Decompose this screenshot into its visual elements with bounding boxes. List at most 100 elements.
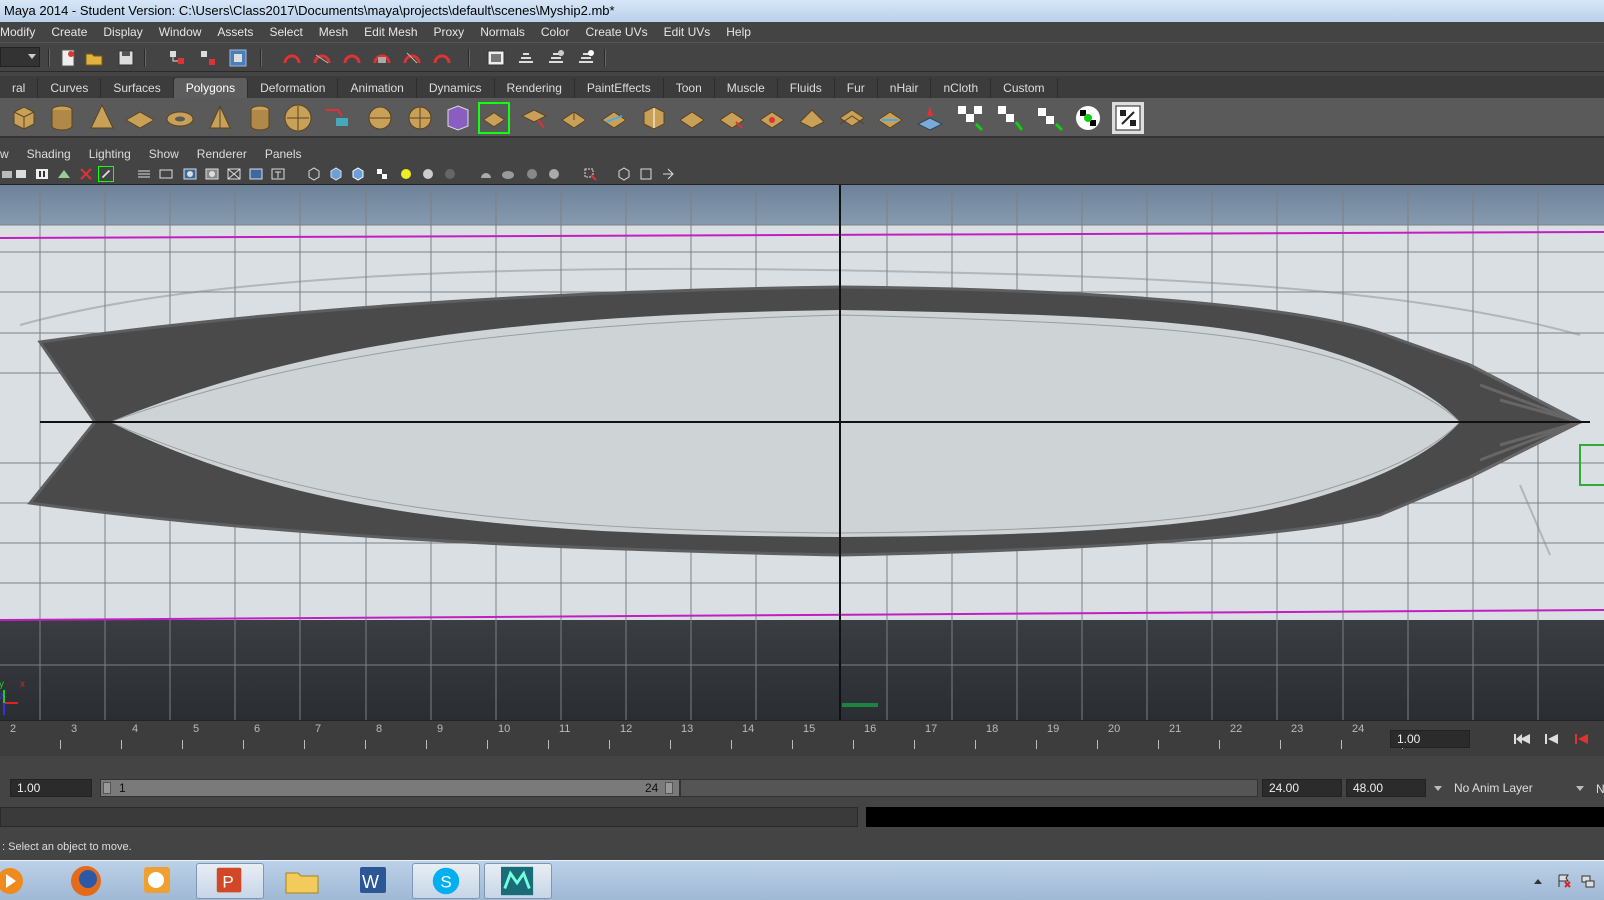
gate-mask-icon[interactable] — [204, 166, 220, 182]
step-back-frame-icon[interactable] — [1572, 732, 1592, 746]
tab-custom[interactable]: Custom — [991, 78, 1058, 98]
bevel-icon[interactable] — [716, 102, 748, 134]
sculpt-geometry-icon[interactable] — [914, 102, 946, 134]
media-player-icon[interactable] — [0, 863, 28, 899]
motion-blur-icon[interactable] — [478, 166, 494, 182]
extrude-icon[interactable] — [478, 102, 510, 134]
xray-components-icon[interactable] — [638, 166, 654, 182]
screen-space-ao-icon[interactable] — [442, 166, 458, 182]
snap-live-icon[interactable] — [402, 48, 422, 68]
go-to-start-icon[interactable] — [1512, 732, 1532, 746]
shadows-icon[interactable] — [420, 166, 436, 182]
playback-end-field[interactable]: 24.00 — [1262, 779, 1342, 797]
skype-icon[interactable]: S — [412, 863, 480, 899]
film-gate-icon[interactable] — [158, 166, 174, 182]
menu-mesh[interactable]: Mesh — [319, 25, 348, 39]
tab-curves[interactable]: Curves — [38, 78, 102, 98]
menu-shading[interactable]: Shading — [27, 147, 71, 161]
textured-icon[interactable] — [374, 166, 390, 182]
menu-normals[interactable]: Normals — [480, 25, 525, 39]
menu-help[interactable]: Help — [726, 25, 751, 39]
command-input[interactable] — [0, 807, 858, 827]
range-end-handle[interactable] — [665, 782, 673, 794]
multisample-aa-icon[interactable] — [500, 166, 516, 182]
scene-canvas[interactable] — [0, 185, 1604, 720]
menu-edit-mesh[interactable]: Edit Mesh — [364, 25, 417, 39]
tab-fluids[interactable]: Fluids — [778, 78, 835, 98]
menu-display[interactable]: Display — [103, 25, 142, 39]
tab-polygons[interactable]: Polygons — [173, 78, 249, 98]
poly-helix-icon[interactable] — [282, 102, 314, 134]
tab-muscle[interactable]: Muscle — [715, 78, 778, 98]
poly-cylinder-icon[interactable] — [46, 102, 78, 134]
poly-cone-icon[interactable] — [86, 102, 118, 134]
time-slider[interactable]: 2 3 4 5 6 7 8 9 10 11 12 13 14 15 16 17 18 19 20 21 22 23 24 1… — [0, 720, 1604, 756]
render-view-icon[interactable] — [486, 48, 506, 68]
resolution-gate-icon[interactable] — [182, 166, 198, 182]
playback-range-slider[interactable]: 1 24 — [100, 779, 680, 797]
time-slider-track[interactable]: 2 3 4 5 6 7 8 9 10 11 12 13 14 15 16 17 18 19 20 21 22 23 24 — [0, 721, 1403, 757]
xray-joints-icon[interactable] — [616, 166, 632, 182]
viewport-2-icon[interactable] — [660, 166, 676, 182]
tab-general[interactable]: ral — [0, 78, 39, 98]
menu-show[interactable]: Show — [149, 147, 179, 161]
uv-texture-editor-icon[interactable] — [1112, 102, 1144, 134]
word-icon[interactable]: W — [340, 863, 408, 899]
save-scene-icon[interactable] — [116, 48, 136, 68]
snap-point-icon[interactable] — [342, 48, 362, 68]
menu-renderer[interactable]: Renderer — [197, 147, 247, 161]
firefox-icon[interactable] — [52, 863, 120, 899]
spherical-mapping-icon[interactable] — [1072, 102, 1104, 134]
safe-action-icon[interactable] — [248, 166, 264, 182]
current-frame-field[interactable]: 1.00 — [1390, 730, 1470, 748]
menu-select[interactable]: Select — [269, 25, 302, 39]
field-chart-icon[interactable] — [226, 166, 242, 182]
use-all-lights-icon[interactable] — [398, 166, 414, 182]
select-object-icon[interactable] — [198, 48, 218, 68]
viewport-panel[interactable]: x y z — [0, 185, 1604, 720]
bridge-icon[interactable] — [518, 102, 550, 134]
menu-assets[interactable]: Assets — [217, 25, 253, 39]
cylindrical-mapping-icon[interactable] — [1034, 102, 1066, 134]
wedge-face-icon[interactable] — [874, 102, 906, 134]
collapse-icon[interactable] — [796, 102, 828, 134]
menu-set-dropdown[interactable] — [0, 47, 40, 67]
poly-plane-icon[interactable] — [124, 102, 156, 134]
select-component-icon[interactable] — [228, 48, 248, 68]
2d-pan-zoom-icon[interactable] — [78, 166, 94, 182]
snap-curve-icon[interactable] — [312, 48, 332, 68]
render-settings-icon[interactable] — [576, 48, 596, 68]
tab-painteffects[interactable]: PaintEffects — [575, 78, 664, 98]
tab-surfaces[interactable]: Surfaces — [101, 78, 174, 98]
tab-nhair[interactable]: nHair — [878, 78, 932, 98]
tab-toon[interactable]: Toon — [664, 78, 715, 98]
insert-edge-loop-icon[interactable] — [638, 102, 670, 134]
maya-icon[interactable] — [484, 863, 552, 899]
menu-create-uvs[interactable]: Create UVs — [586, 25, 648, 39]
xray-icon[interactable] — [582, 166, 598, 182]
poly-cube-icon[interactable] — [8, 102, 40, 134]
menu-lighting[interactable]: Lighting — [89, 147, 131, 161]
tab-dynamics[interactable]: Dynamics — [417, 78, 495, 98]
chevron-down-icon[interactable] — [1434, 786, 1442, 791]
file-explorer-icon[interactable] — [268, 863, 336, 899]
smooth-shade-icon[interactable] — [328, 166, 344, 182]
planar-mapping-icon[interactable] — [994, 102, 1026, 134]
menu-window[interactable]: Window — [159, 25, 202, 39]
render-current-icon[interactable] — [516, 48, 536, 68]
image-plane-icon[interactable] — [56, 166, 72, 182]
network-icon[interactable] — [1580, 873, 1596, 889]
safe-title-icon[interactable] — [270, 166, 286, 182]
grid-toggle-icon[interactable] — [136, 166, 152, 182]
tab-deformation[interactable]: Deformation — [248, 78, 339, 98]
chevron-down-icon[interactable] — [1576, 786, 1584, 791]
outlook-icon[interactable] — [124, 863, 192, 899]
depth-of-field-icon[interactable] — [524, 166, 540, 182]
smooth-icon[interactable] — [404, 102, 436, 134]
separate-icon[interactable] — [364, 102, 396, 134]
animation-start-field[interactable]: 1.00 — [10, 779, 92, 797]
grease-pencil-icon[interactable] — [98, 166, 114, 182]
menu-view[interactable]: w — [0, 147, 9, 161]
bookmarks-icon[interactable] — [34, 166, 50, 182]
show-hidden-icons-icon[interactable] — [1530, 873, 1546, 889]
